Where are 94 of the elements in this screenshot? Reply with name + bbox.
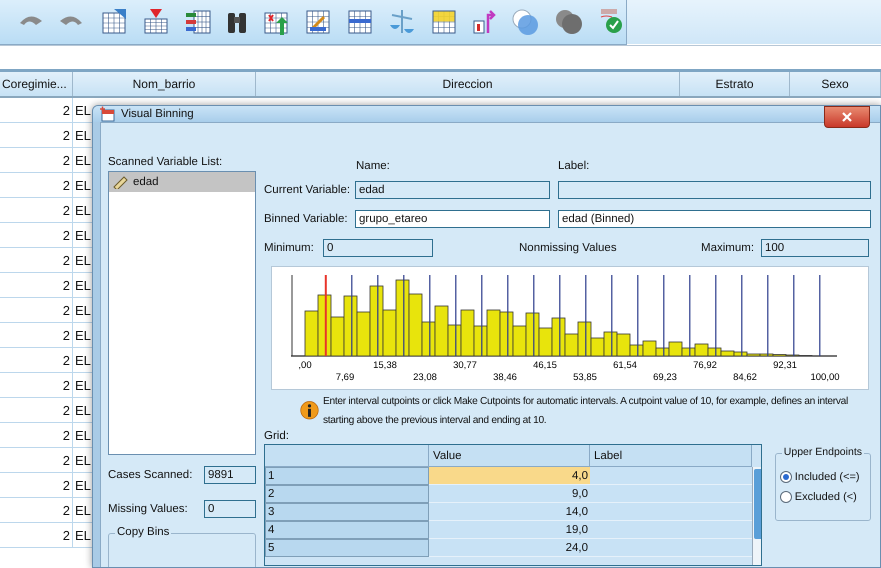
group-title: Upper Endpoints — [782, 446, 864, 458]
table-cell[interactable]: 4,0 — [429, 467, 590, 485]
field-label: Maximum: — [701, 242, 756, 254]
column-label: Name: — [356, 160, 391, 172]
tick-label: 7,69 — [336, 372, 354, 383]
input-field[interactable]: 9891 — [204, 466, 256, 484]
group-title: Copy Bins — [115, 526, 172, 538]
column-header[interactable]: Value — [429, 445, 590, 467]
cutpoint-grid[interactable]: Value Label 1 4,0 2 9,0 3 14,0 4 19,0 5 24,0 — [264, 444, 762, 566]
table-cell-text: EL — [74, 102, 92, 120]
table-cell: 2 — [0, 248, 73, 272]
table-cell[interactable]: 24,0 — [429, 539, 590, 557]
column-header[interactable]: Nom_barrio — [73, 72, 256, 96]
table-cell: 2 — [0, 523, 73, 547]
radio-label[interactable]: Included (<=) — [794, 471, 860, 483]
table-cell-text: EL — [74, 352, 92, 370]
table-cell: 2 — [0, 148, 73, 172]
tick-label: 30,77 — [453, 360, 477, 371]
field-label: Grid: — [264, 430, 290, 444]
radio-label[interactable]: Excluded (<) — [794, 491, 857, 503]
table-cell: 2 — [0, 473, 73, 497]
tick-label: 84,62 — [733, 372, 757, 383]
table-cell: 2 — [0, 498, 73, 522]
field-label: Binned Variable: — [264, 213, 349, 225]
input-field[interactable]: 100 — [761, 239, 869, 257]
column-header[interactable]: Direccion — [256, 72, 680, 96]
table-cell-text: EL — [74, 252, 92, 270]
field-label: Cases Scanned: — [108, 469, 192, 481]
table-cell: 2 — [0, 273, 73, 297]
field-label: Nonmissing Values — [519, 242, 618, 254]
table-cell-text: EL — [74, 476, 92, 494]
table-cell: 2 — [0, 373, 73, 397]
field-label: Minimum: — [264, 242, 315, 254]
input-field[interactable]: 0 — [323, 239, 433, 257]
table-cell-text: EL — [74, 402, 92, 420]
tick-label: 46,15 — [533, 360, 557, 371]
table-cell-text: EL — [74, 452, 92, 470]
input-field[interactable]: grupo_etareo — [355, 210, 550, 228]
table-cell-text: EL — [74, 376, 92, 394]
info-text: Enter interval cutpoints or click Make Cutpoints for automatic intervals. A cutpoint value of 10, for example, defines an interval starting above the previous interval and ending at 10. — [322, 395, 849, 428]
table-cell: 2 — [0, 173, 73, 197]
column-header[interactable]: Label — [590, 445, 752, 467]
table-cell[interactable]: 19,0 — [429, 521, 590, 539]
tick-label: 100,00 — [810, 372, 840, 383]
table-cell-text: EL — [74, 326, 92, 344]
column-header[interactable]: Coregimie... — [0, 72, 73, 96]
tick-label: ,00 — [298, 360, 312, 371]
tick-label: 76,92 — [693, 360, 717, 371]
row-header[interactable]: 3 — [265, 503, 429, 521]
table-cell-text: EL — [74, 302, 92, 320]
tick-label: 23,08 — [413, 372, 437, 383]
table-cell: 2 — [0, 298, 73, 322]
tick-label: 15,38 — [373, 360, 397, 371]
window-title: Visual Binning — [121, 108, 194, 120]
table-cell: 2 — [0, 223, 73, 247]
table-cell[interactable]: 9,0 — [429, 485, 590, 503]
table-cell: 2 — [0, 198, 73, 222]
table-cell-text: EL — [74, 526, 92, 544]
field-label: Scanned Variable List: — [108, 156, 224, 168]
table-cell[interactable]: 14,0 — [429, 503, 590, 521]
table-cell: 2 — [0, 398, 73, 422]
table-cell-text: EL — [74, 126, 92, 144]
table-cell-text: EL — [74, 152, 92, 170]
row-header[interactable]: 2 — [265, 485, 429, 503]
input-field[interactable]: edad — [355, 181, 550, 199]
tick-label: 53,85 — [573, 372, 597, 383]
table-cell: 2 — [0, 423, 73, 447]
tick-label: 38,46 — [493, 372, 517, 383]
input-field[interactable]: 0 — [204, 500, 256, 518]
variable-item[interactable]: edad — [109, 172, 255, 192]
table-cell: 2 — [0, 348, 73, 372]
row-header[interactable]: 1 — [265, 467, 429, 485]
table-cell-text: EL — [74, 176, 92, 194]
variable-list[interactable]: edad — [108, 171, 256, 455]
field-label: Missing Values: — [108, 503, 188, 515]
table-cell-text: EL — [74, 502, 92, 520]
column-label: Label: — [558, 160, 590, 172]
tick-label: 69,23 — [653, 372, 677, 383]
tick-label: 61,54 — [613, 360, 637, 371]
table-cell-text: EL — [74, 226, 92, 244]
tick-label: 92,31 — [773, 360, 797, 371]
table-cell-text: EL — [74, 276, 92, 294]
table-cell: 2 — [0, 123, 73, 147]
table-cell-text: EL — [74, 426, 92, 444]
column-header[interactable]: Estrato — [680, 72, 790, 96]
table-cell: 2 — [0, 323, 73, 347]
input-field[interactable]: edad (Binned) — [558, 210, 871, 228]
field-label: Current Variable: — [264, 184, 352, 196]
column-header[interactable]: Sexo — [790, 72, 881, 96]
row-header[interactable]: 5 — [265, 539, 429, 557]
table-cell-text: EL — [74, 202, 92, 220]
table-cell: 2 — [0, 448, 73, 472]
row-header[interactable]: 4 — [265, 521, 429, 539]
table-cell: 2 — [0, 98, 73, 122]
